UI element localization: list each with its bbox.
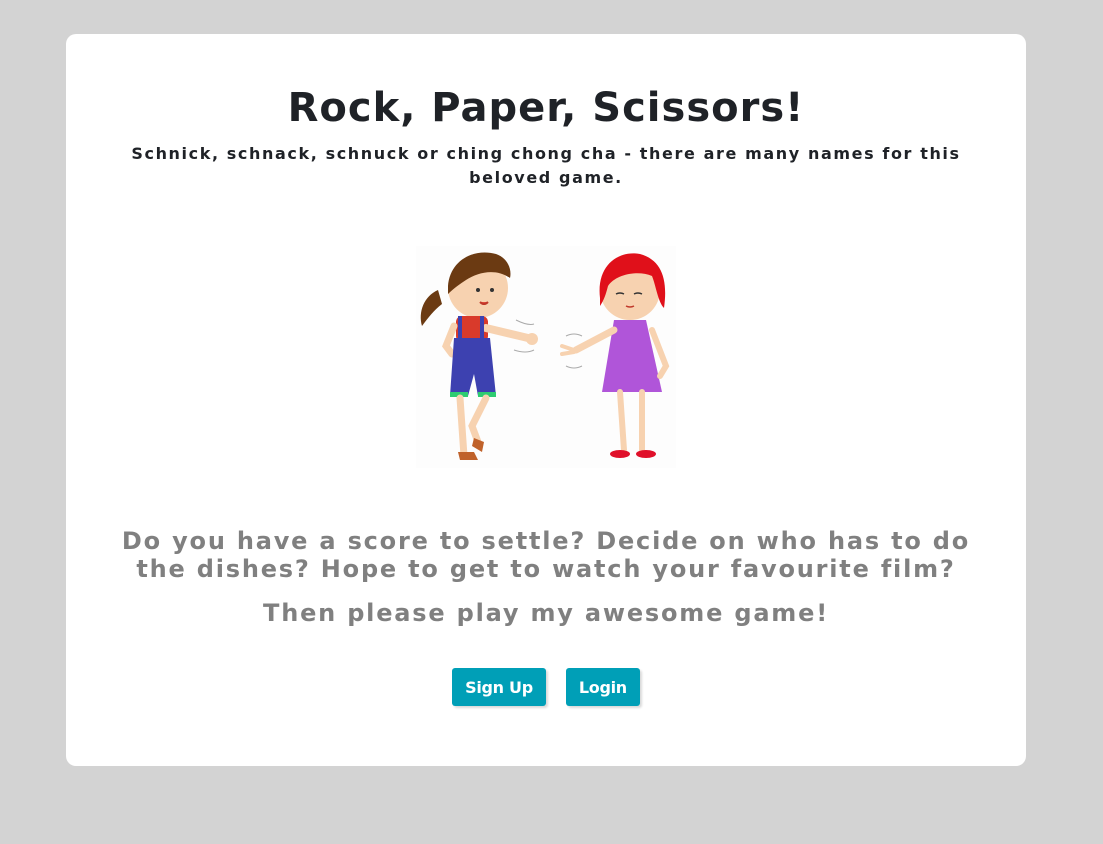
sign-up-button[interactable]: Sign Up xyxy=(452,668,546,706)
hero-illustration xyxy=(416,246,676,468)
login-button[interactable]: Login xyxy=(565,668,640,706)
page-title: Rock, Paper, Scissors! xyxy=(287,85,805,131)
page-subtitle: Schnick, schnack, schnuck or ching chong… xyxy=(131,144,961,187)
call-to-action-text: Then please play my awesome game! xyxy=(263,599,829,627)
welcome-card: Rock, Paper, Scissors! Schnick, schnack,… xyxy=(66,34,1026,766)
auth-buttons: Sign Up Login xyxy=(66,668,1026,706)
pitch-text: Do you have a score to settle? Decide on… xyxy=(121,527,971,583)
